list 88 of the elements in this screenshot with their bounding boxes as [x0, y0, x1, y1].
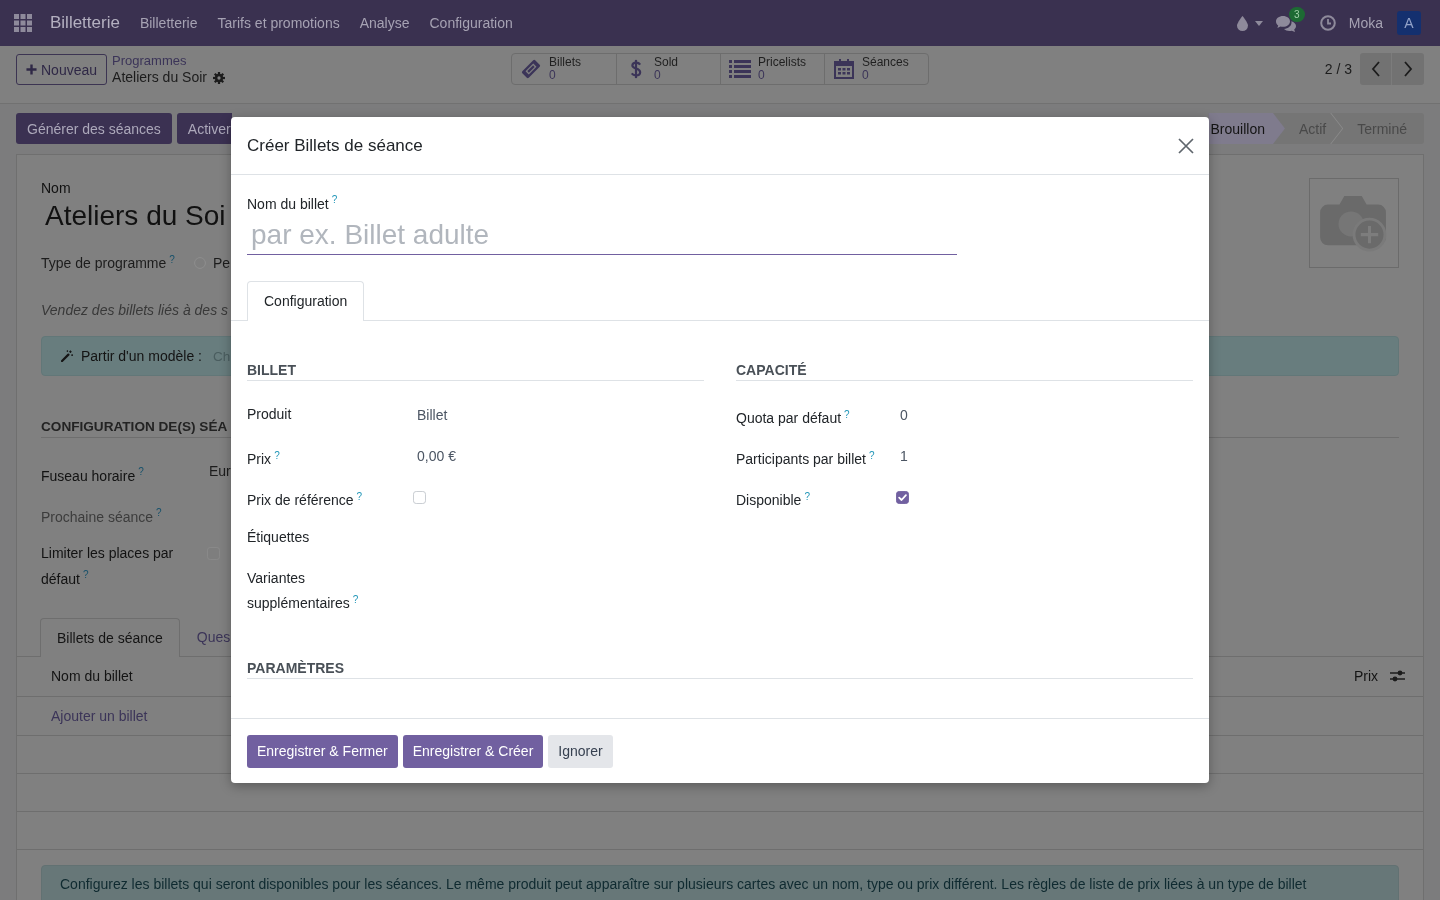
- field-label: Nom: [41, 179, 71, 198]
- section-title: CAPACITÉ: [736, 361, 807, 378]
- stat-button[interactable]: Sold 0: [616, 54, 720, 84]
- menu-item[interactable]: Analyse: [349, 0, 420, 46]
- discard-button[interactable]: Ignorer: [548, 734, 613, 768]
- help-mark[interactable]: ?: [868, 449, 875, 461]
- next-button[interactable]: [1392, 53, 1424, 85]
- menu-item[interactable]: Configuration: [419, 0, 523, 46]
- add-line-link[interactable]: Ajouter un billet: [51, 707, 148, 724]
- caret-icon: [1254, 20, 1263, 26]
- description-text: Vendez des billets liés à des s: [41, 301, 229, 320]
- field-label: Produit: [247, 405, 292, 422]
- gear-icon[interactable]: [213, 71, 225, 84]
- section-title: BILLET: [247, 361, 296, 378]
- app-title[interactable]: Billetterie: [50, 13, 130, 33]
- list-icon: [729, 59, 751, 79]
- user-name[interactable]: Moka: [1348, 15, 1383, 31]
- checkbox[interactable]: [896, 490, 909, 504]
- breadcrumb-current: Ateliers du Soir: [112, 68, 207, 87]
- sliders-icon[interactable]: [1390, 670, 1405, 683]
- stat-button[interactable]: Billets 0: [512, 54, 616, 84]
- menu-item[interactable]: Tarifs et promotions: [207, 0, 350, 46]
- help-mark[interactable]: ?: [352, 593, 359, 605]
- chat-bubbles-icon[interactable]: [1275, 16, 1296, 32]
- section-title: CONFIGURATION DE(S) SÉA: [41, 419, 228, 434]
- help-mark[interactable]: ?: [804, 490, 810, 502]
- stat-button[interactable]: Pricelists 0: [720, 54, 824, 84]
- action-button[interactable]: Activer: [176, 113, 232, 144]
- help-mark[interactable]: ?: [356, 490, 363, 502]
- notification-badge: 3: [1288, 7, 1305, 22]
- plus-icon: [26, 64, 37, 75]
- field-label: Type de programme $^{?}$: [41, 255, 175, 272]
- user-avatar[interactable]: A: [1397, 11, 1421, 35]
- apps-menu-icon[interactable]: [14, 14, 32, 32]
- help-mark[interactable]: ?: [844, 408, 850, 420]
- chevron-left-icon: [1370, 61, 1381, 77]
- notebook-tab[interactable]: Billets de séance: [40, 617, 180, 657]
- breadcrumb-link[interactable]: Programmes: [112, 53, 225, 68]
- field-label: Étiquettes: [247, 528, 310, 545]
- dialog-tab[interactable]: Configuration: [247, 280, 365, 321]
- column-header[interactable]: Prix: [1353, 668, 1378, 685]
- magic-wand-icon: [61, 350, 73, 362]
- chevron-right-icon: [1403, 61, 1413, 77]
- help-mark[interactable]: ?: [82, 569, 89, 580]
- field-value[interactable]: Eur: [209, 461, 231, 482]
- help-mark[interactable]: ?: [331, 194, 338, 205]
- new-button[interactable]: Nouveau: [16, 54, 108, 85]
- drop-icon[interactable]: [1236, 15, 1248, 31]
- pager-counter: 2 / 3: [1324, 61, 1352, 77]
- field-label: Variantes supplémentaires $^{?}$: [247, 569, 359, 612]
- calendar-icon: [833, 59, 855, 79]
- menu-item[interactable]: Billetterie: [129, 0, 208, 46]
- field-label: Limiter les places par défaut $^{?}$: [41, 545, 174, 587]
- help-mark[interactable]: ?: [138, 466, 144, 477]
- field-label: Prix de référence $^{?}$: [247, 492, 363, 509]
- help-mark[interactable]: ?: [274, 449, 280, 461]
- dialog-title: Créer Billets de séance: [247, 135, 423, 156]
- field-value[interactable]: Billet: [417, 403, 448, 426]
- checkbox[interactable]: [413, 490, 426, 504]
- clock-icon[interactable]: [1319, 15, 1336, 31]
- notebook-tab[interactable]: Ques: [179, 617, 232, 656]
- field-label: Disponible $^{?}$: [736, 492, 810, 509]
- field-label: Participants par billet $^{?}$: [736, 451, 875, 468]
- close-icon[interactable]: [1178, 137, 1194, 154]
- ticket-name-input[interactable]: par ex. Billet adulte: [247, 215, 957, 255]
- help-mark[interactable]: ?: [156, 507, 162, 518]
- field-label: Quota par défaut $^{?}$: [736, 410, 850, 427]
- column-header[interactable]: Nom du billet: [51, 668, 133, 685]
- section-title: PARAMÈTRES: [247, 660, 344, 677]
- field-value[interactable]: 0,00 €: [417, 444, 456, 467]
- dollar-icon: [629, 59, 643, 79]
- save-button[interactable]: Enregistrer & Fermer: [247, 734, 398, 768]
- field-value[interactable]: 1: [900, 444, 908, 467]
- field-label: Fuseau horaire $^{?}$: [41, 467, 144, 484]
- field-value[interactable]: 0: [900, 403, 908, 426]
- banner-label: Partir d'un modèle :: [81, 348, 202, 364]
- field-label: Prochaine séance $^{?}$: [41, 508, 162, 525]
- previous-button[interactable]: [1360, 53, 1392, 85]
- status-stage[interactable]: Brouillon: [1208, 113, 1285, 144]
- help-mark[interactable]: ?: [169, 253, 175, 265]
- save-button[interactable]: Enregistrer & Créer: [402, 734, 544, 768]
- stat-button[interactable]: Séances 0: [824, 54, 928, 84]
- field-label: Nom du billet $^{?}$: [247, 195, 338, 212]
- info-banner: Configurez les billets qui seront disponibles pour les séances. Le même produit peut apparaître sur plusieurs cartes avec un nom, type ou prix différent. Les règles de liste de prix liées à un type de billet: [41, 864, 1399, 900]
- record-name-field[interactable]: Ateliers du Soi: [41, 199, 226, 233]
- radio-label: Pe: [213, 254, 231, 271]
- field-label: Prix $^{?}$: [247, 451, 280, 468]
- action-button[interactable]: Générer des séances: [16, 113, 172, 144]
